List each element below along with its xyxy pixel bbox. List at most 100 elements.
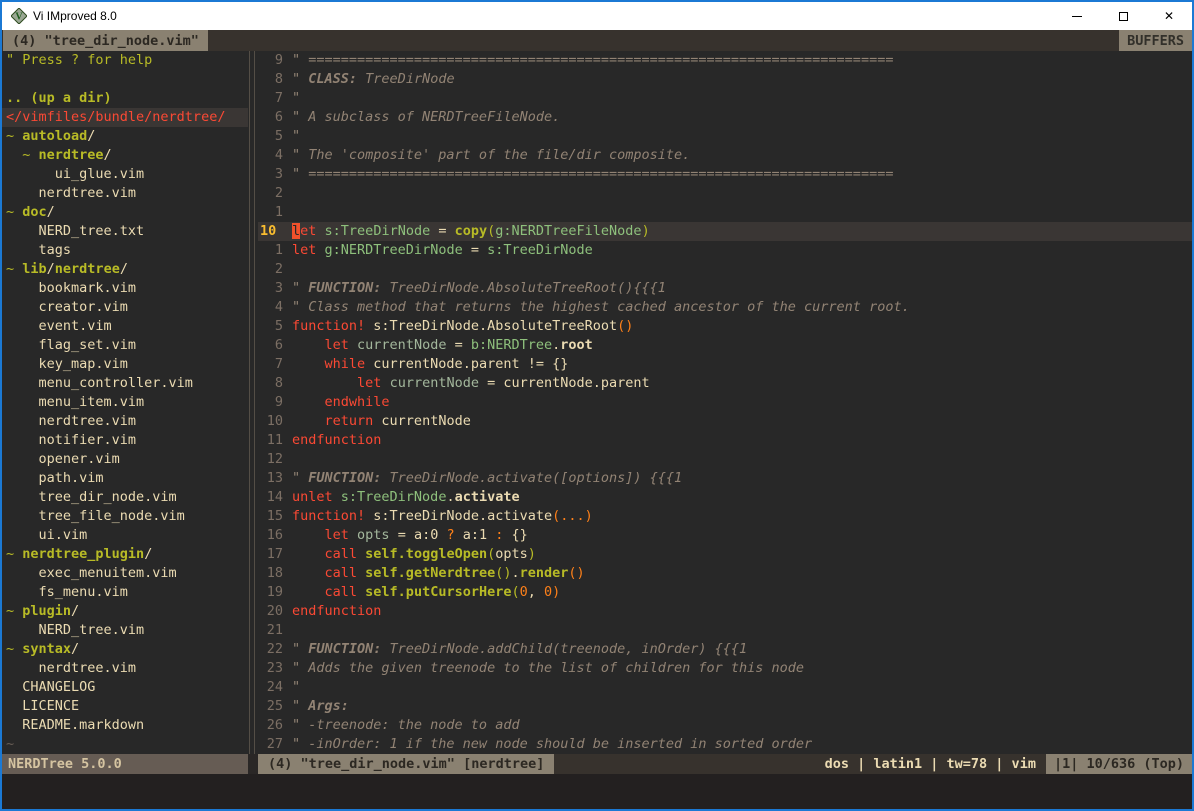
line-number: 8 [258, 374, 292, 393]
code-line[interactable]: 24" [258, 678, 1192, 697]
code-line[interactable]: 26" -treenode: the node to add [258, 716, 1192, 735]
code-line[interactable]: 4" The 'composite' part of the file/dir … [258, 146, 1192, 165]
tree-item[interactable]: ~ doc/ [6, 203, 248, 222]
tree-item[interactable]: ~ nerdtree/ [6, 146, 248, 165]
token: ? [446, 527, 454, 543]
code-line[interactable]: 13" FUNCTION: TreeDirNode.activate([opti… [258, 469, 1192, 488]
tree-item[interactable]: menu_item.vim [6, 393, 248, 412]
minimize-button[interactable] [1054, 2, 1100, 30]
tree-item[interactable]: key_map.vim [6, 355, 248, 374]
maximize-icon [1119, 12, 1128, 21]
token: . [446, 489, 454, 505]
code-line[interactable]: 11endfunction [258, 431, 1192, 450]
tree-item[interactable]: tree_dir_node.vim [6, 488, 248, 507]
code-line[interactable]: 3" FUNCTION: TreeDirNode.AbsoluteTreeRoo… [258, 279, 1192, 298]
code-line[interactable]: 8" CLASS: TreeDirNode [258, 70, 1192, 89]
code-line[interactable]: 12 [258, 450, 1192, 469]
tree-item[interactable]: flag_set.vim [6, 336, 248, 355]
code-line[interactable]: 16 let opts = a:0 ? a:1 : {} [258, 526, 1192, 545]
tree-item[interactable]: ~ [6, 735, 248, 754]
code-line[interactable]: 23" Adds the given treenode to the list … [258, 659, 1192, 678]
code-line[interactable]: 1let g:NERDTreeDirNode = s:TreeDirNode [258, 241, 1192, 260]
tree-item[interactable]: nerdtree.vim [6, 412, 248, 431]
token: " The 'composite' part of the file/dir c… [292, 147, 690, 163]
token: Args: [308, 698, 349, 714]
maximize-button[interactable] [1100, 2, 1146, 30]
tree-item[interactable]: event.vim [6, 317, 248, 336]
token [292, 546, 325, 562]
code-line[interactable]: 3" =====================================… [258, 165, 1192, 184]
token [292, 527, 325, 543]
tree-item[interactable]: ~ nerdtree_plugin/ [6, 545, 248, 564]
code-line[interactable]: 2 [258, 184, 1192, 203]
tree-item[interactable]: tags [6, 241, 248, 260]
tree-item[interactable]: ~ lib/nerdtree/ [6, 260, 248, 279]
code-line[interactable]: 5function! s:TreeDirNode.AbsoluteTreeRoo… [258, 317, 1192, 336]
line-number: 21 [258, 621, 292, 640]
tree-item[interactable]: nerdtree.vim [6, 659, 248, 678]
token: root [560, 337, 593, 353]
tree-item[interactable]: " Press ? for help [6, 51, 248, 70]
tree-item[interactable]: tree_file_node.vim [6, 507, 248, 526]
code-line[interactable]: 7 while currentNode.parent != {} [258, 355, 1192, 374]
code-line[interactable]: 10 return currentNode [258, 412, 1192, 431]
token: nerdtree_plugin [22, 546, 144, 562]
tree-item[interactable]: nerdtree.vim [6, 184, 248, 203]
code-line[interactable]: 9" =====================================… [258, 51, 1192, 70]
code-line[interactable]: 27" -inOrder: 1 if the new node should b… [258, 735, 1192, 754]
code-line[interactable]: 18 call self.getNerdtree().render() [258, 564, 1192, 583]
tree-item[interactable]: opener.vim [6, 450, 248, 469]
code-line[interactable]: 2 [258, 260, 1192, 279]
tab-tree-dir-node[interactable]: (4) "tree_dir_node.vim" [3, 30, 208, 51]
token: call [325, 565, 358, 581]
token: = [446, 337, 470, 353]
code-line[interactable]: 10let s:TreeDirNode = copy(g:NERDTreeFil… [258, 222, 1192, 241]
code-line[interactable]: 20endfunction [258, 602, 1192, 621]
tree-item[interactable]: path.vim [6, 469, 248, 488]
tree-item[interactable]: exec_menuitem.vim [6, 564, 248, 583]
token: s:TreeDirNode.activate [365, 508, 552, 524]
token: ~ [6, 261, 22, 277]
token: tree_file_node.vim [6, 508, 185, 524]
code-line[interactable]: 8 let currentNode = currentNode.parent [258, 374, 1192, 393]
tree-item[interactable]: CHANGELOG [6, 678, 248, 697]
tree-item[interactable]: ~ plugin/ [6, 602, 248, 621]
tree-item[interactable]: menu_controller.vim [6, 374, 248, 393]
code-line[interactable]: 4" Class method that returns the highest… [258, 298, 1192, 317]
tree-item[interactable] [6, 70, 248, 89]
code-line[interactable]: 15function! s:TreeDirNode.activate(...) [258, 507, 1192, 526]
code-line[interactable]: 21 [258, 621, 1192, 640]
tree-item[interactable]: ~ autoload/ [6, 127, 248, 146]
tree-item[interactable]: </vimfiles/bundle/nerdtree/ [2, 108, 248, 127]
code-line[interactable]: 17 call self.toggleOpen(opts) [258, 545, 1192, 564]
line-number: 20 [258, 602, 292, 621]
code-line[interactable]: 6" A subclass of NERDTreeFileNode. [258, 108, 1192, 127]
code-line[interactable]: 14unlet s:TreeDirNode.activate [258, 488, 1192, 507]
close-button[interactable]: ✕ [1146, 2, 1192, 30]
tree-item[interactable]: README.markdown [6, 716, 248, 735]
tree-item[interactable]: notifier.vim [6, 431, 248, 450]
tree-item[interactable]: ui_glue.vim [6, 165, 248, 184]
token [381, 375, 389, 391]
tree-item[interactable]: NERD_tree.txt [6, 222, 248, 241]
tree-item[interactable]: ~ syntax/ [6, 640, 248, 659]
code-line[interactable]: 22" FUNCTION: TreeDirNode.addChild(treen… [258, 640, 1192, 659]
code-line[interactable]: 25" Args: [258, 697, 1192, 716]
tree-item[interactable]: NERD_tree.vim [6, 621, 248, 640]
code-line[interactable]: 9 endwhile [258, 393, 1192, 412]
code-line[interactable]: 5" [258, 127, 1192, 146]
code-line[interactable]: 7" [258, 89, 1192, 108]
tree-item[interactable]: LICENCE [6, 697, 248, 716]
tree-item[interactable]: bookmark.vim [6, 279, 248, 298]
buffers-label[interactable]: BUFFERS [1119, 30, 1192, 51]
token: activate [455, 489, 520, 505]
code-line[interactable]: 19 call self.putCursorHere(0, 0) [258, 583, 1192, 602]
tree-item[interactable]: fs_menu.vim [6, 583, 248, 602]
code-line[interactable]: 1 [258, 203, 1192, 222]
tree-item[interactable]: .. (up a dir) [6, 89, 248, 108]
code-line[interactable]: 6 let currentNode = b:NERDTree.root [258, 336, 1192, 355]
command-line[interactable] [2, 774, 1192, 809]
tree-item[interactable]: creator.vim [6, 298, 248, 317]
tree-item[interactable]: ui.vim [6, 526, 248, 545]
window-separator[interactable] [248, 51, 258, 754]
